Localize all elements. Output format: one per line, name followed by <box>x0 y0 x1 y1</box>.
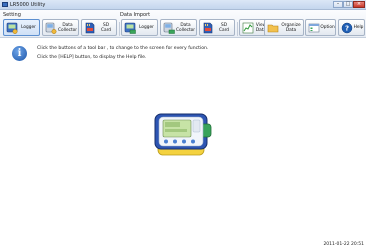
title-bar: LR5000 Utility – □ × <box>0 0 366 10</box>
status-timestamp: 2011-01-22 20:51 <box>323 242 364 247</box>
logger-setting-icon <box>6 22 18 34</box>
toolbar-separator <box>119 22 120 36</box>
option-icon <box>308 23 320 33</box>
svg-text:?: ? <box>345 25 349 33</box>
logger-device-illustration <box>154 113 212 156</box>
toolbar: Setting Data Import Logger Data Collecto… <box>0 10 366 38</box>
data-collector-import-icon <box>163 22 175 34</box>
close-button[interactable]: × <box>353 1 365 8</box>
info-icon: i <box>12 46 27 61</box>
logger-import-icon <box>124 22 136 34</box>
organize-data-label: Organize Data <box>281 22 301 33</box>
data-collector-setting-icon <box>45 22 57 34</box>
import-sd-card-label: SD Card <box>218 22 230 33</box>
setting-data-collector-button[interactable]: Data Collector <box>42 19 79 36</box>
import-data-collector-label: Data Collector <box>175 22 196 33</box>
help-icon: ? <box>341 22 353 34</box>
organize-data-button[interactable]: Organize Data <box>264 19 304 36</box>
import-data-collector-button[interactable]: Data Collector <box>160 19 197 36</box>
sd-card-import-icon <box>203 22 213 34</box>
setting-sd-card-label: SD Card <box>100 22 112 33</box>
import-sd-card-button[interactable]: SD Card <box>199 19 235 36</box>
help-label: Help <box>353 25 364 30</box>
setting-group-label: Setting <box>3 12 21 18</box>
maximize-button[interactable]: □ <box>343 1 353 8</box>
help-button[interactable]: ? Help <box>338 19 365 36</box>
setting-logger-label: Logger <box>21 25 36 30</box>
view-data-icon <box>242 22 254 34</box>
minimize-button[interactable]: – <box>333 1 343 8</box>
data-import-group-label: Data Import <box>120 12 151 18</box>
setting-data-collector-label: Data Collector <box>57 22 78 33</box>
info-text-line-1: Click the buttons of a tool bar , to cha… <box>37 46 209 51</box>
toolbar-separator <box>237 22 238 36</box>
window-title: LR5000 Utility <box>10 2 46 8</box>
option-button[interactable]: Option <box>305 19 336 36</box>
setting-logger-button[interactable]: Logger <box>3 19 40 36</box>
info-text-line-2: Click the [HELP] button, to display the … <box>37 55 147 60</box>
import-logger-label: Logger <box>139 25 154 30</box>
app-icon <box>2 2 8 7</box>
option-label: Option <box>320 25 335 30</box>
sd-card-icon <box>85 22 95 34</box>
folder-icon <box>267 24 279 33</box>
import-logger-button[interactable]: Logger <box>121 19 158 36</box>
setting-sd-card-button[interactable]: SD Card <box>81 19 117 36</box>
